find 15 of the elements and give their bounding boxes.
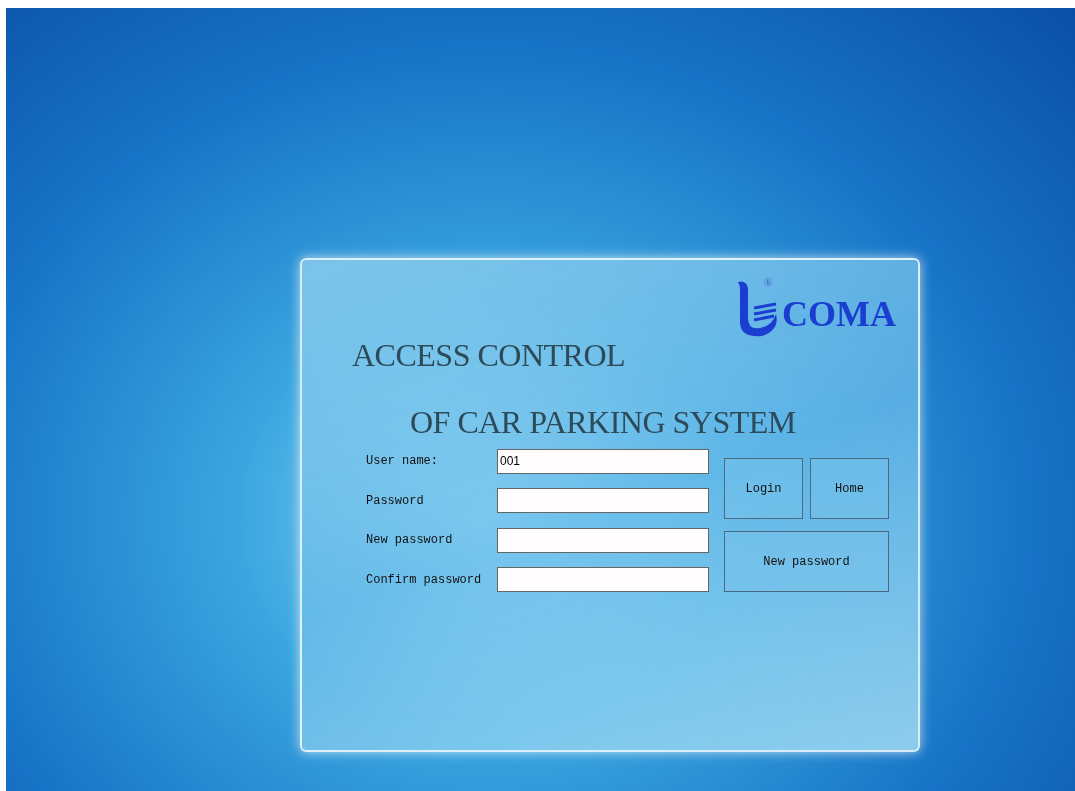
action-button[interactable]: Login: [724, 458, 803, 520]
registered-mark: ®: [764, 276, 773, 288]
title-text: ACCESS CONTROL: [352, 338, 627, 374]
action-button[interactable]: Home: [810, 458, 889, 520]
action-button[interactable]: New password: [724, 531, 889, 593]
field-label: User name:: [366, 454, 439, 469]
field-label: New password: [366, 533, 454, 548]
input-field[interactable]: 001: [497, 448, 709, 474]
logo-text: COMA: [782, 296, 896, 336]
title-text: OF CAR PARKING SYSTEM: [410, 405, 797, 441]
field-label: Password: [366, 493, 425, 508]
input-field[interactable]: [497, 527, 709, 553]
input-field[interactable]: [497, 567, 709, 593]
field-label: Confirm password: [366, 572, 483, 587]
input-field[interactable]: [497, 488, 709, 514]
